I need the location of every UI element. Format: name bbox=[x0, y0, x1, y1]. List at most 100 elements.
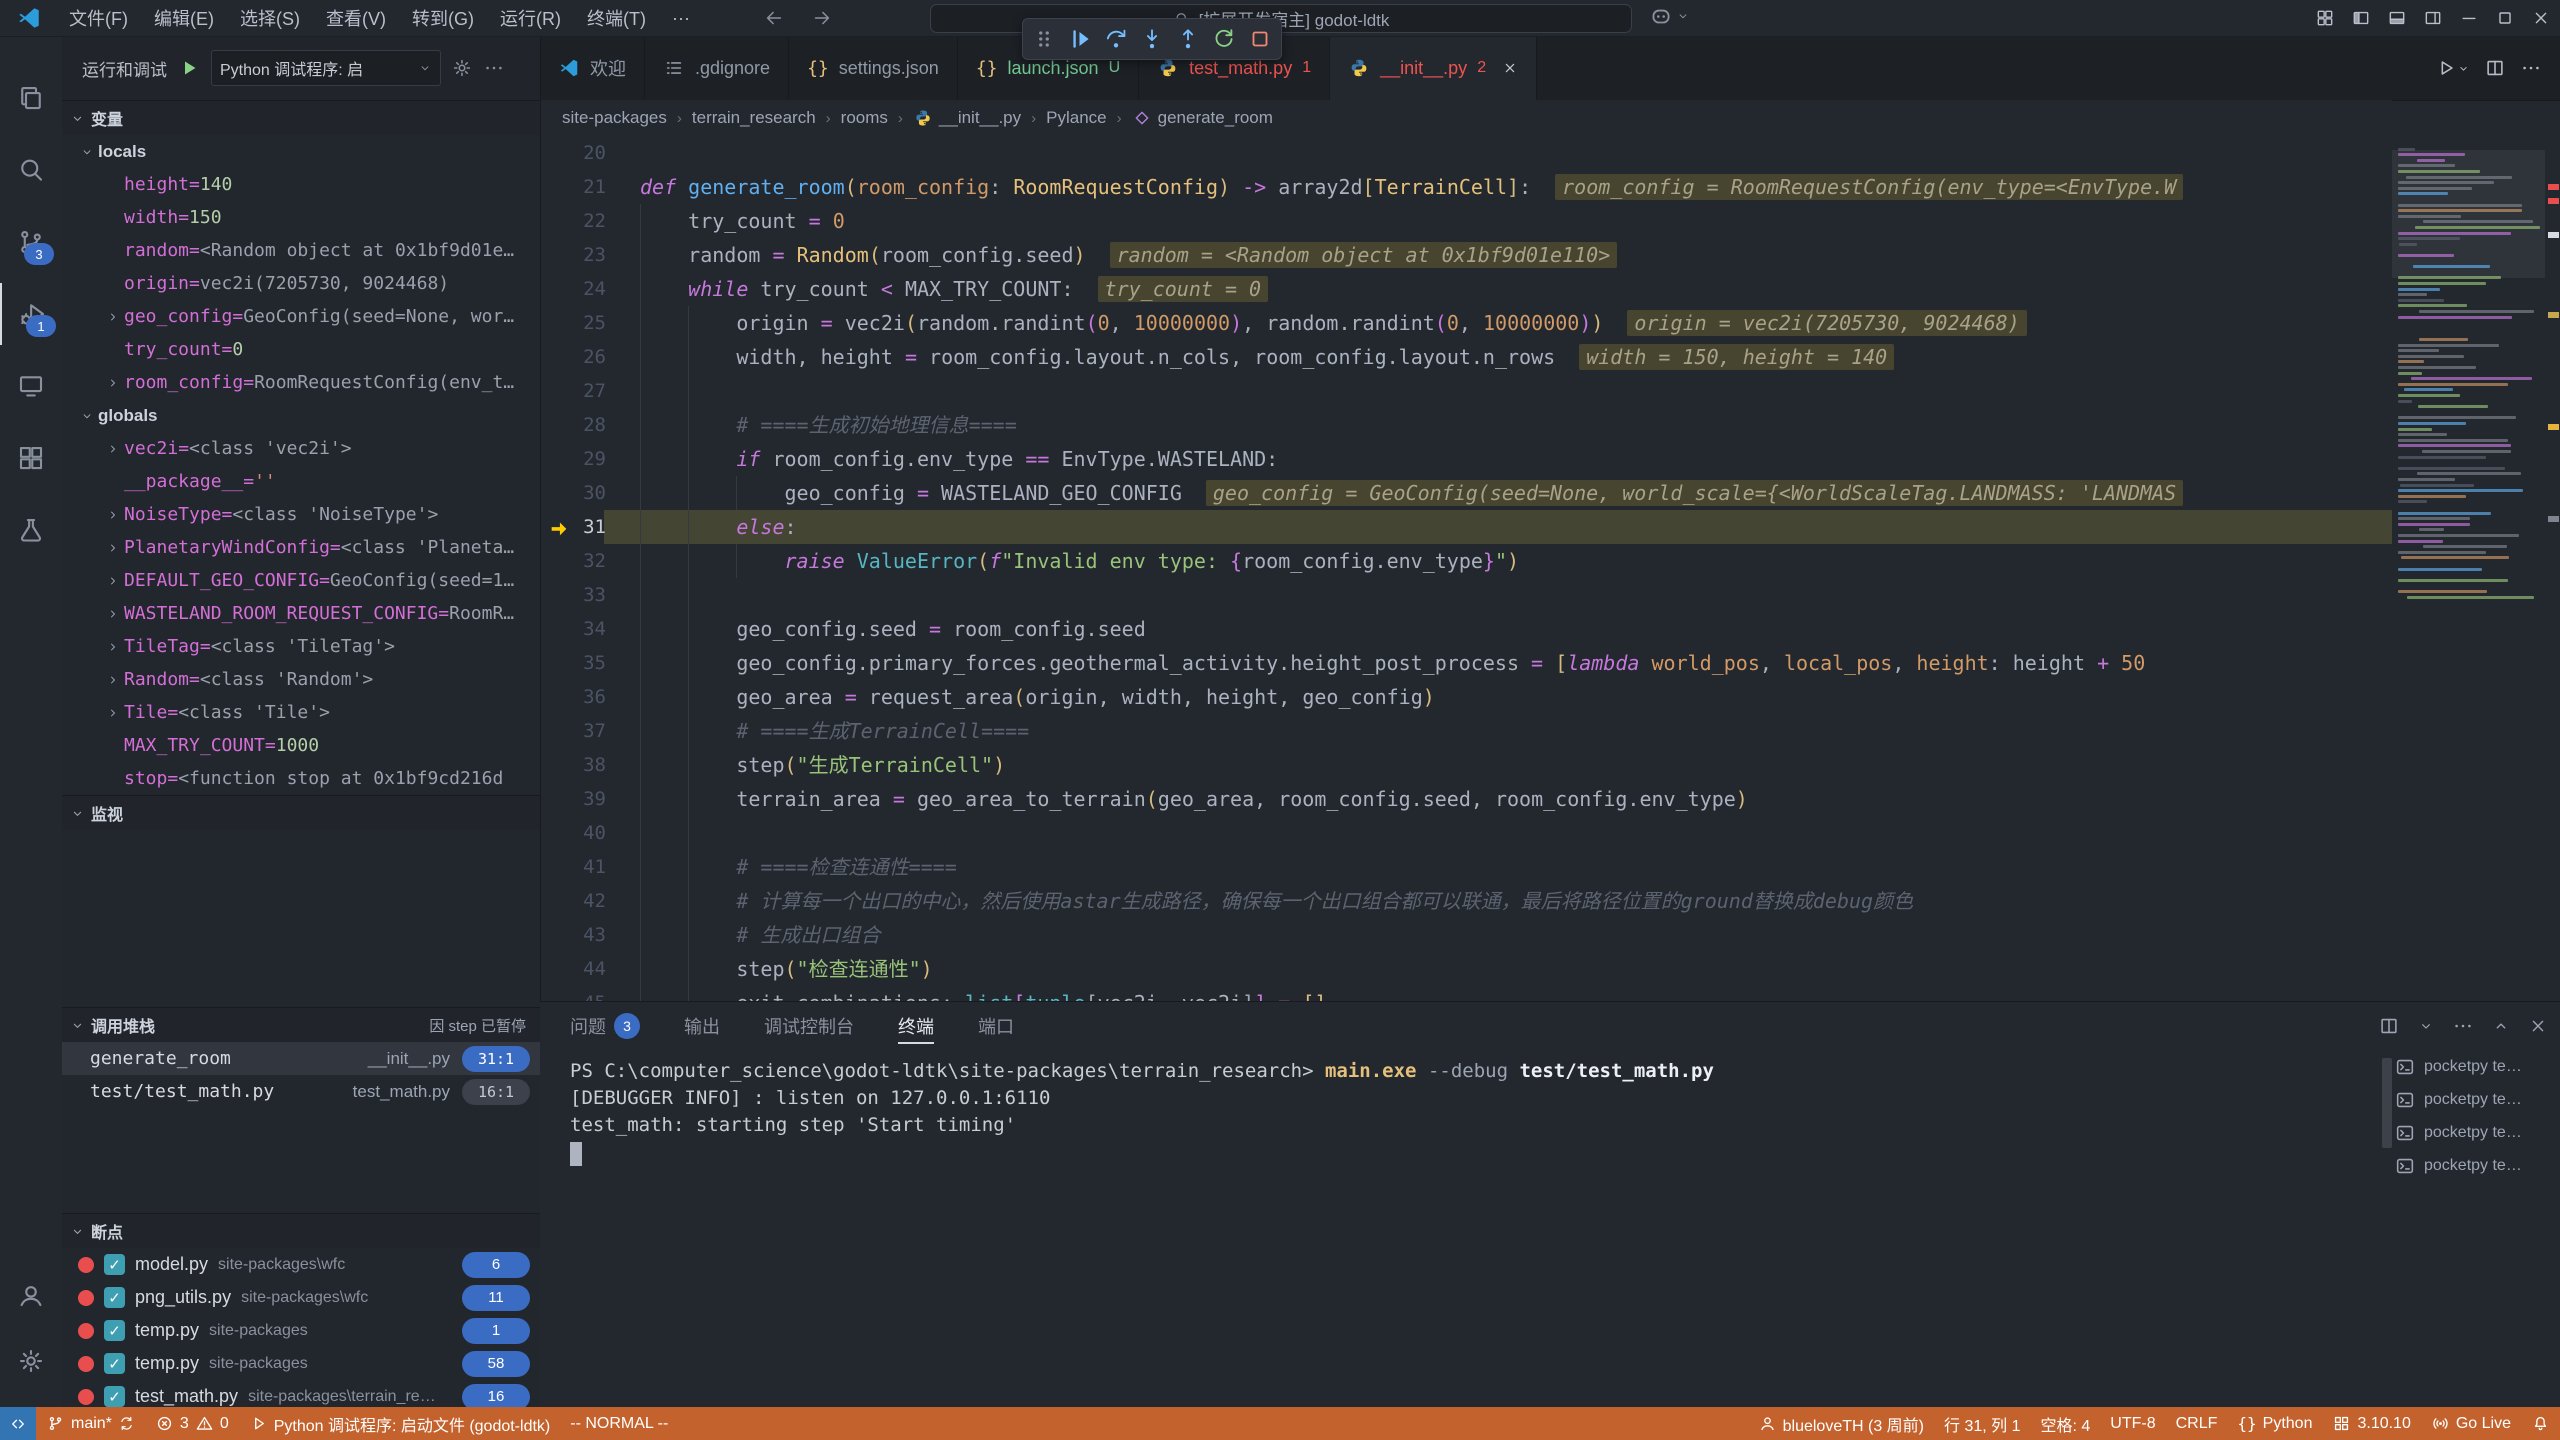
code-line-38[interactable]: 38 step("生成TerrainCell") bbox=[540, 748, 2392, 782]
breadcrumb-item[interactable]: rooms bbox=[841, 108, 888, 128]
copilot-menu[interactable] bbox=[1648, 3, 1690, 29]
code-line-31[interactable]: 31 else: bbox=[540, 510, 2392, 544]
twisty-icon[interactable] bbox=[102, 574, 124, 588]
twisty-icon[interactable] bbox=[102, 310, 124, 324]
variable-row[interactable]: NoiseType = <class 'NoiseType'> bbox=[62, 498, 540, 531]
variable-row[interactable]: random = <Random object at 0x1bf9d01e… bbox=[62, 234, 540, 267]
breakpoint-checkbox[interactable]: ✓ bbox=[104, 1320, 125, 1341]
status-item-blueloveTH3[interactable]: blueloveTH (3 周前) bbox=[1748, 1407, 1934, 1440]
tab-__init__.py[interactable]: __init__.py2 bbox=[1330, 36, 1537, 100]
debug-config-select[interactable]: Python 调试程序: 启 bbox=[211, 50, 441, 86]
code-line-26[interactable]: 26 width, height = room_config.layout.n_… bbox=[540, 340, 2392, 374]
code-line-25[interactable]: 25 origin = vec2i(random.randint(0, 1000… bbox=[540, 306, 2392, 340]
activity-item-account[interactable] bbox=[0, 1264, 62, 1326]
twisty-icon[interactable] bbox=[76, 409, 98, 423]
tab-close-icon[interactable] bbox=[1502, 60, 1518, 76]
stack-frame[interactable]: generate_room__init__.py31:1 bbox=[62, 1042, 540, 1075]
status-item-NORMAL[interactable]: -- NORMAL -- bbox=[560, 1407, 678, 1440]
menu-item-S[interactable]: 选择(S) bbox=[227, 0, 313, 36]
code-line-34[interactable]: 34 geo_config.seed = room_config.seed bbox=[540, 612, 2392, 646]
more-actions-icon[interactable] bbox=[483, 57, 505, 79]
twisty-icon[interactable] bbox=[102, 508, 124, 522]
variable-row[interactable]: TileTag = <class 'TileTag'> bbox=[62, 630, 540, 663]
run-python-file-button[interactable] bbox=[2435, 57, 2470, 79]
menu-item-V[interactable]: 查看(V) bbox=[313, 0, 399, 36]
activity-item-source-control[interactable]: 3 bbox=[0, 211, 62, 273]
code-line-30[interactable]: 30 geo_config = WASTELAND_GEO_CONFIGgeo_… bbox=[540, 476, 2392, 510]
close-panel-icon[interactable] bbox=[2528, 1016, 2548, 1036]
breakpoint-row[interactable]: ✓temp.pysite-packages58 bbox=[62, 1347, 540, 1380]
twisty-icon[interactable] bbox=[102, 673, 124, 687]
variable-row[interactable]: stop = <function stop at 0x1bf9cd216d bbox=[62, 762, 540, 795]
variable-row[interactable]: width = 150 bbox=[62, 201, 540, 234]
code-line-28[interactable]: 28 # ====生成初始地理信息==== bbox=[540, 408, 2392, 442]
activity-item-search[interactable] bbox=[0, 139, 62, 201]
terminal-list-item[interactable]: pocketpy te… bbox=[2388, 1116, 2560, 1149]
breadcrumb-item[interactable]: generate_room bbox=[1132, 108, 1273, 128]
twisty-icon[interactable] bbox=[102, 706, 124, 720]
variable-row[interactable]: Tile = <class 'Tile'> bbox=[62, 696, 540, 729]
toggle-panel-icon[interactable] bbox=[2382, 3, 2412, 33]
continue-button[interactable] bbox=[1063, 23, 1097, 55]
code-line-40[interactable]: 40 bbox=[540, 816, 2392, 850]
editor-more-actions-icon[interactable] bbox=[2520, 57, 2542, 79]
twisty-icon[interactable] bbox=[76, 145, 98, 159]
menu-item-F[interactable]: 文件(F) bbox=[56, 0, 141, 36]
status-item-UTF8[interactable]: UTF-8 bbox=[2100, 1407, 2165, 1440]
variable-row[interactable]: DEFAULT_GEO_CONFIG = GeoConfig(seed=1… bbox=[62, 564, 540, 597]
maximize-panel-icon[interactable] bbox=[2492, 1017, 2510, 1035]
status-item-31010[interactable]: 3.10.10 bbox=[2322, 1407, 2420, 1440]
code-line-32[interactable]: 32 raise ValueError(f"Invalid env type: … bbox=[540, 544, 2392, 578]
status-item-GoLive[interactable]: Go Live bbox=[2421, 1407, 2521, 1440]
variable-row[interactable]: __package__ = '' bbox=[62, 465, 540, 498]
breadcrumb[interactable]: site-packages›terrain_research›rooms›__i… bbox=[540, 100, 2392, 136]
variable-row[interactable]: globals bbox=[62, 399, 540, 432]
terminal-list-item[interactable]: pocketpy te… bbox=[2388, 1050, 2560, 1083]
activity-item-settings[interactable] bbox=[0, 1330, 62, 1392]
code-line-24[interactable]: 24 while try_count < MAX_TRY_COUNT:try_c… bbox=[540, 272, 2392, 306]
variable-row[interactable]: height = 140 bbox=[62, 168, 540, 201]
split-editor-icon[interactable] bbox=[2484, 57, 2506, 79]
status-item-Pythongodotldtk[interactable]: Python 调试程序: 启动文件 (godot-ldtk) bbox=[239, 1407, 561, 1440]
step-into-button[interactable] bbox=[1135, 23, 1169, 55]
terminal-list-item[interactable]: pocketpy te… bbox=[2388, 1083, 2560, 1116]
split-terminal-icon[interactable] bbox=[2378, 1015, 2400, 1037]
variable-row[interactable]: PlanetaryWindConfig = <class 'Planeta… bbox=[62, 531, 540, 564]
menu-item-R[interactable]: 运行(R) bbox=[487, 0, 574, 36]
window-close-icon[interactable] bbox=[2526, 3, 2556, 33]
panel-tab-端口[interactable]: 端口 bbox=[978, 1002, 1014, 1050]
menu-item-E[interactable]: 编辑(E) bbox=[141, 0, 227, 36]
watch-section-header[interactable]: 监视 bbox=[62, 795, 540, 830]
twisty-icon[interactable] bbox=[102, 442, 124, 456]
code-line-21[interactable]: 21def generate_room(room_config: RoomReq… bbox=[540, 170, 2392, 204]
activity-item-remote-explorer[interactable] bbox=[0, 355, 62, 417]
breakpoint-checkbox[interactable]: ✓ bbox=[104, 1287, 125, 1308]
twisty-icon[interactable] bbox=[102, 640, 124, 654]
breadcrumb-item[interactable]: terrain_research bbox=[692, 108, 816, 128]
variable-row[interactable]: Random = <class 'Random'> bbox=[62, 663, 540, 696]
status-item-311[interactable]: 行 31, 列 1 bbox=[1934, 1407, 2030, 1440]
code-line-36[interactable]: 36 geo_area = request_area(origin, width… bbox=[540, 680, 2392, 714]
variable-row[interactable]: MAX_TRY_COUNT = 1000 bbox=[62, 729, 540, 762]
twisty-icon[interactable] bbox=[102, 607, 124, 621]
step-out-button[interactable] bbox=[1171, 23, 1205, 55]
breakpoint-checkbox[interactable]: ✓ bbox=[104, 1254, 125, 1275]
toggle-sidebar-icon[interactable] bbox=[2346, 3, 2376, 33]
stack-frame[interactable]: test/test_math.pytest_math.py16:1 bbox=[62, 1075, 540, 1108]
panel-tab-终端[interactable]: 终端 bbox=[898, 1002, 934, 1050]
variable-row[interactable]: origin = vec2i(7205730, 9024468) bbox=[62, 267, 540, 300]
callstack-section-header[interactable]: 调用堆栈 因 step 已暂停 bbox=[62, 1007, 540, 1042]
status-item-main[interactable]: main* bbox=[36, 1407, 145, 1440]
code-line-39[interactable]: 39 terrain_area = geo_area_to_terrain(ge… bbox=[540, 782, 2392, 816]
code-line-35[interactable]: 35 geo_config.primary_forces.geothermal_… bbox=[540, 646, 2392, 680]
nav-back-icon[interactable] bbox=[763, 7, 785, 29]
terminal-list-item[interactable]: pocketpy te… bbox=[2388, 1149, 2560, 1182]
restart-button[interactable] bbox=[1207, 23, 1241, 55]
code-line-29[interactable]: 29 if room_config.env_type == EnvType.WA… bbox=[540, 442, 2392, 476]
step-over-button[interactable] bbox=[1099, 23, 1133, 55]
code-line-27[interactable]: 27 bbox=[540, 374, 2392, 408]
status-item-4[interactable]: 空格: 4 bbox=[2030, 1407, 2100, 1440]
activity-item-extensions[interactable] bbox=[0, 427, 62, 489]
remote-indicator[interactable] bbox=[0, 1407, 36, 1440]
terminal-output[interactable]: PS C:\computer_science\godot-ldtk\site-p… bbox=[570, 1058, 2380, 1407]
